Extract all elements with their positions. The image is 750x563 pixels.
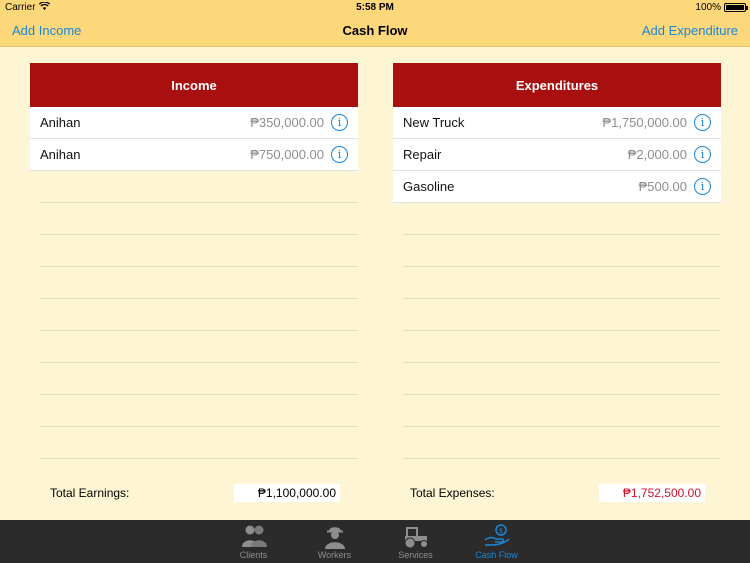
clients-icon — [241, 525, 267, 547]
total-expenses-value: ₱1,752,500.00 — [599, 484, 705, 502]
expenditure-row[interactable]: Repair ₱2,000.00 i — [393, 139, 721, 171]
expenditure-name: Gasoline — [403, 179, 455, 194]
expenditure-row[interactable]: Gasoline ₱500.00 i — [393, 171, 721, 203]
income-row[interactable]: Anihan ₱750,000.00 i — [30, 139, 358, 171]
empty-row-separator — [403, 427, 721, 459]
clock: 5:58 PM — [356, 2, 394, 13]
battery-info: 100% — [695, 2, 748, 13]
tab-label: Services — [398, 550, 433, 560]
empty-row-separator — [40, 363, 358, 395]
expenditure-name: New Truck — [403, 115, 465, 130]
info-icon[interactable]: i — [331, 146, 348, 163]
worker-icon — [324, 527, 345, 549]
total-earnings: Total Earnings: ₱1,100,000.00 — [50, 484, 340, 502]
empty-row-separator — [403, 331, 721, 363]
empty-row-separator — [40, 203, 358, 235]
income-panel: Income Anihan ₱350,000.00 i Anihan ₱750,… — [30, 63, 358, 459]
add-income-button[interactable]: Add Income — [12, 23, 81, 38]
income-name: Anihan — [40, 147, 81, 162]
tab-services[interactable]: Services — [375, 520, 456, 563]
info-icon[interactable]: i — [694, 178, 711, 195]
expenditures-header: Expenditures — [393, 63, 721, 107]
income-amount: ₱750,000.00 — [250, 147, 324, 162]
info-icon[interactable]: i — [694, 114, 711, 131]
tab-label: Workers — [317, 550, 352, 560]
cash-hand-icon: $ — [484, 524, 510, 546]
empty-row-separator — [403, 235, 721, 267]
empty-row-separator — [40, 267, 358, 299]
income-header: Income — [30, 63, 358, 107]
expenditure-name: Repair — [403, 147, 442, 162]
empty-row-separator — [40, 427, 358, 459]
tab-bar: Clients Workers Services $ Cash Flow — [0, 520, 750, 563]
tractor-icon — [404, 527, 428, 549]
empty-row-separator — [40, 331, 358, 363]
income-amount: ₱350,000.00 — [250, 115, 324, 130]
empty-row-separator — [403, 203, 721, 235]
battery-icon — [724, 3, 748, 12]
total-expenses-label: Total Expenses: — [410, 486, 495, 500]
income-name: Anihan — [40, 115, 81, 130]
tab-label: Cash Flow — [475, 550, 518, 560]
status-bar: Carrier 5:58 PM 100% — [0, 0, 750, 16]
empty-row-separator — [403, 395, 721, 427]
empty-row-separator — [40, 235, 358, 267]
total-earnings-value: ₱1,100,000.00 — [234, 484, 340, 502]
tab-clients[interactable]: Clients — [213, 520, 294, 563]
expenditure-amount: ₱2,000.00 — [627, 147, 687, 162]
svg-text:$: $ — [498, 527, 502, 535]
empty-row-separator — [40, 299, 358, 331]
add-expenditure-button[interactable]: Add Expenditure — [642, 23, 738, 38]
expenditure-amount: ₱500.00 — [638, 179, 687, 194]
empty-row-separator — [403, 363, 721, 395]
info-icon[interactable]: i — [694, 146, 711, 163]
empty-row-separator — [40, 395, 358, 427]
battery-percent: 100% — [695, 2, 721, 13]
total-earnings-label: Total Earnings: — [50, 486, 130, 500]
tab-label: Clients — [239, 550, 268, 560]
expenditure-amount: ₱1,750,000.00 — [602, 115, 687, 130]
empty-row-separator — [403, 299, 721, 331]
empty-row-separator — [40, 171, 358, 203]
tab-cash-flow[interactable]: $ Cash Flow — [456, 520, 537, 563]
tab-workers[interactable]: Workers — [294, 520, 375, 563]
empty-row-separator — [403, 267, 721, 299]
income-row[interactable]: Anihan ₱350,000.00 i — [30, 107, 358, 139]
expenditure-row[interactable]: New Truck ₱1,750,000.00 i — [393, 107, 721, 139]
info-icon[interactable]: i — [331, 114, 348, 131]
expenditures-panel: Expenditures New Truck ₱1,750,000.00 i R… — [393, 63, 721, 459]
total-expenses: Total Expenses: ₱1,752,500.00 — [410, 484, 705, 502]
navigation-bar: Add Income Cash Flow Add Expenditure — [0, 16, 750, 47]
page-title: Cash Flow — [342, 23, 408, 38]
